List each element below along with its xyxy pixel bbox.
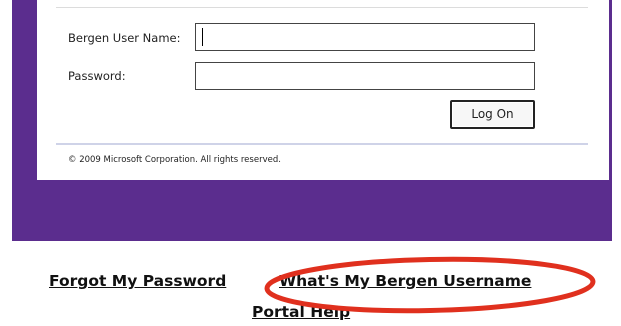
log-on-button[interactable]: Log On — [450, 100, 535, 129]
login-page: Bergen User Name: Password: Log On © 200… — [0, 0, 621, 326]
text-caret — [202, 28, 203, 46]
login-card: Bergen User Name: Password: Log On © 200… — [37, 0, 609, 180]
forgot-password-link[interactable]: Forgot My Password — [49, 272, 226, 290]
portal-help-link[interactable]: Portal Help — [252, 303, 350, 321]
divider — [56, 7, 588, 8]
username-input[interactable] — [195, 23, 535, 51]
copyright-notice: © 2009 Microsoft Corporation. All rights… — [68, 155, 281, 165]
password-input[interactable] — [195, 62, 535, 90]
divider — [56, 143, 588, 145]
whats-my-username-link[interactable]: What's My Bergen Username — [279, 272, 531, 290]
username-label: Bergen User Name: — [68, 31, 181, 45]
password-label: Password: — [68, 69, 126, 83]
